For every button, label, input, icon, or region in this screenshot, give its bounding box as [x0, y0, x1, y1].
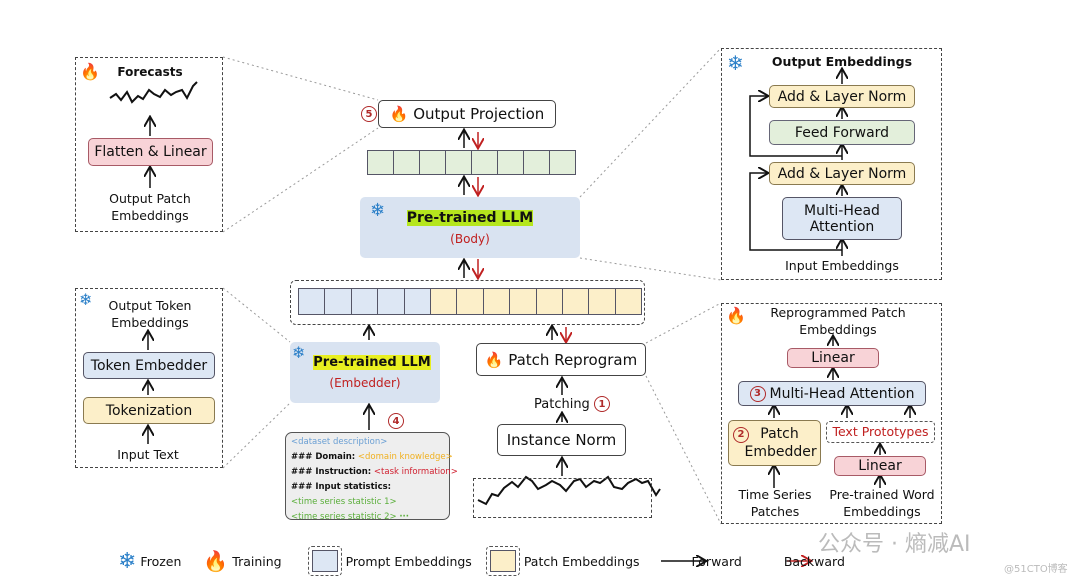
flatten-linear-layer: Flatten & Linear: [88, 138, 213, 166]
patch-embedder-label: Patch Embedder: [744, 426, 817, 460]
output-embedding-cell: [419, 150, 446, 175]
llm-embedder-box: Pre-trained LLM (Embedder): [290, 342, 440, 403]
prompt-dataset-description: <dataset description>: [291, 437, 388, 447]
time-llm-diagram: 🔥 Forecasts Flatten & Linear Output Patc…: [0, 0, 1080, 583]
reprogram-attention-label: Multi-Head Attention: [769, 385, 915, 402]
multi-head-attention: Multi-Head Attention: [782, 197, 902, 240]
tokenization: Tokenization: [83, 397, 215, 424]
step-4-badge: 4: [388, 413, 404, 429]
step-5-badge: 5: [361, 106, 377, 122]
prompt-embedding-cell: [350, 288, 379, 315]
llm-body-box: Pre-trained LLM (Body): [360, 197, 580, 258]
watermark: 公众号 · 熵减AI: [818, 532, 971, 557]
prompt-embedding-cell: [403, 288, 431, 315]
reprogrammed-embeddings-label: Reprogrammed Patch Embeddings: [770, 305, 906, 337]
snowflake-icon: ❄: [79, 290, 93, 309]
output-embedding-cell: [393, 150, 420, 175]
legend-forward: Forward: [691, 553, 742, 569]
fire-icon: 🔥: [389, 105, 414, 123]
patch-embedding-cell: [456, 288, 484, 315]
snowflake-icon: ❄: [727, 51, 744, 75]
add-layer-norm-top: Add & Layer Norm: [769, 85, 915, 108]
prompt-embedding-cell: [324, 288, 352, 315]
llm-embedder-subtitle: (Embedder): [329, 376, 401, 390]
input-embeddings-label: Input Embeddings: [785, 258, 899, 273]
output-token-embeddings-label: Output Token Embeddings: [108, 298, 192, 330]
text-prototypes: Text Prototypes: [826, 421, 935, 443]
prompt-domain-value: <domain knowledge>: [357, 452, 453, 462]
step-2-badge: 2: [733, 427, 749, 443]
prompt-instruction-value: <task information>: [373, 467, 458, 477]
patch-embedding-cell: [482, 288, 511, 315]
legend: ❄ Frozen 🔥 Training Prompt Embeddings Pa…: [118, 546, 845, 576]
prompt-domain-key: ### Domain:: [291, 452, 356, 462]
patch-reprogram-label: Patch Reprogram: [508, 350, 638, 369]
input-time-series: [473, 478, 652, 518]
patch-embedding-cell: [535, 288, 563, 315]
output-embedding-cell: [445, 150, 472, 175]
output-embedding-cell: [471, 150, 498, 175]
llm-body-subtitle: (Body): [450, 231, 490, 246]
llm-embedder-title: Pre-trained LLM: [313, 355, 431, 370]
patch-legend-swatch: [485, 546, 520, 576]
legend-training: Training: [232, 553, 282, 569]
patch-reprogram-box: 🔥 Patch Reprogram: [476, 343, 646, 376]
prompt-embedding-cell: [298, 288, 326, 315]
snowflake-icon: ❄: [292, 343, 306, 362]
output-embedding-cell: [549, 150, 576, 175]
prompt-stat-1: <time series statistic 1>: [291, 497, 397, 507]
prompt-embedding-cell: [377, 288, 405, 315]
patch-embedding-cell: [562, 288, 590, 315]
add-layer-norm-bottom: Add & Layer Norm: [769, 162, 915, 185]
legend-prompt-embeddings: Prompt Embeddings: [345, 553, 472, 569]
patch-embedder: 2 Patch Embedder: [728, 420, 821, 466]
linear-top: Linear: [787, 348, 879, 368]
patch-embedding-cell: [509, 288, 537, 315]
output-embedding-cell: [523, 150, 550, 175]
output-projection-box: 5 🔥 Output Projection: [361, 100, 556, 128]
prompt-ellipsis: ···: [399, 512, 409, 522]
linear-bottom: Linear: [834, 456, 926, 476]
forecasts-label: Forecasts: [117, 65, 183, 79]
legend-patch-embeddings: Patch Embeddings: [523, 553, 640, 569]
output-patch-embeddings-label: Output Patch Embeddings: [109, 191, 191, 223]
prompt-legend-swatch: [307, 546, 342, 576]
token-embedder: Token Embedder: [83, 352, 215, 379]
output-embedding-cell: [367, 150, 394, 175]
watermark-sub: @51CTO博客: [1004, 564, 1068, 575]
output-embeddings-label: Output Embeddings: [771, 54, 913, 69]
prompt-instruction-key: ### Instruction:: [291, 467, 372, 477]
fire-icon: 🔥: [203, 549, 229, 573]
llm-body-title: Pre-trained LLM: [406, 209, 534, 226]
output-projection-label: Output Projection: [413, 105, 545, 123]
prompt-template: <dataset description> ### Domain: <domai…: [285, 432, 458, 522]
patch-embedding-cell: [588, 288, 616, 315]
word-embeddings-label: Pre-trained Word Embeddings: [829, 487, 935, 519]
fire-icon: 🔥: [80, 62, 100, 81]
fire-icon: 🔥: [726, 306, 746, 325]
time-series-patches-label: Time Series Patches: [738, 487, 812, 519]
step-1-badge: 1: [593, 396, 610, 412]
fire-icon: 🔥: [484, 350, 509, 369]
instance-norm-box: Instance Norm: [497, 424, 626, 456]
snowflake-icon: ❄: [118, 548, 137, 574]
prompt-stats-key: ### Input statistics:: [291, 482, 392, 492]
legend-frozen: Frozen: [140, 553, 182, 569]
reprogram-attention: 3 Multi-Head Attention: [738, 381, 926, 406]
input-text-label: Input Text: [117, 447, 179, 462]
patch-embedding-cell: [614, 288, 643, 315]
prompt-stat-2: <time series statistic 2>: [291, 512, 397, 522]
output-embedding-cell: [497, 150, 524, 175]
patching-label: Patching: [534, 396, 590, 412]
feed-forward: Feed Forward: [769, 120, 915, 145]
patching-label-group: Patching 1: [534, 396, 614, 412]
patch-embedding-cell: [430, 288, 458, 315]
snowflake-icon: ❄: [370, 200, 386, 221]
step-3-badge: 3: [749, 385, 766, 402]
